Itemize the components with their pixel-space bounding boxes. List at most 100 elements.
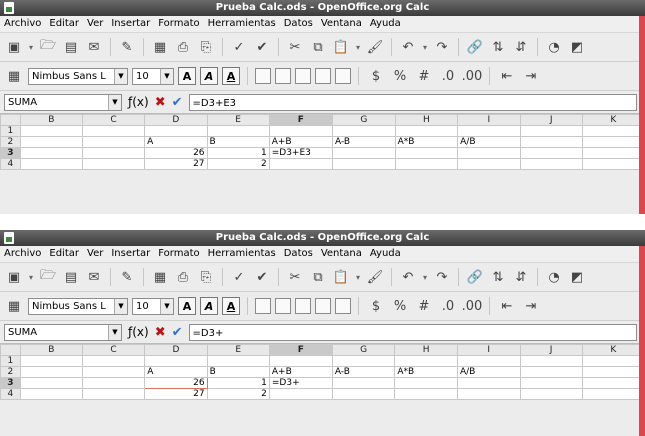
delete-decimal-icon[interactable]: .00: [462, 66, 483, 86]
active-cell[interactable]: =D3+E3: [268, 147, 334, 159]
paste-icon[interactable]: 📋: [331, 37, 351, 57]
cancel-icon[interactable]: ✖: [155, 325, 166, 340]
accept-icon[interactable]: ✔: [172, 325, 183, 340]
font-size-combo[interactable]: 10 ▼: [132, 297, 174, 315]
cell[interactable]: [268, 125, 334, 137]
cell[interactable]: [456, 355, 521, 367]
standard-number-icon[interactable]: #: [414, 296, 434, 316]
undo-icon[interactable]: ↶: [398, 267, 418, 287]
cell[interactable]: [581, 125, 645, 137]
menu-editar[interactable]: Editar: [49, 246, 79, 262]
row-header[interactable]: 4: [0, 388, 21, 400]
menu-ver[interactable]: Ver: [87, 246, 103, 262]
column-header[interactable]: I: [457, 114, 521, 126]
chevron-down-icon[interactable]: ▾: [354, 37, 362, 57]
column-header[interactable]: D: [144, 114, 208, 126]
cell[interactable]: [268, 355, 333, 367]
bold-button[interactable]: A: [178, 297, 196, 315]
cell[interactable]: A+B: [268, 366, 333, 378]
chevron-down-icon[interactable]: ▾: [27, 37, 35, 57]
add-decimal-icon[interactable]: .0: [438, 66, 458, 86]
italic-button[interactable]: A: [200, 67, 218, 85]
column-header[interactable]: C: [81, 114, 146, 126]
standard-number-icon[interactable]: #: [414, 66, 434, 86]
column-header-active[interactable]: F: [268, 344, 333, 356]
sort-ascending-icon[interactable]: ⇅: [488, 37, 508, 57]
cell[interactable]: [456, 377, 521, 389]
menu-insertar[interactable]: Insertar: [111, 246, 150, 262]
cell[interactable]: 2: [206, 158, 270, 170]
align-right-icon[interactable]: [295, 68, 311, 84]
email-icon[interactable]: ✉: [84, 37, 104, 57]
cell[interactable]: [81, 125, 146, 137]
print-preview-icon[interactable]: ⎘: [196, 37, 216, 57]
cell[interactable]: A: [144, 136, 208, 148]
format-paintbrush-icon[interactable]: 🖌: [365, 267, 385, 287]
draw-functions-icon[interactable]: ◩: [567, 37, 587, 57]
cell[interactable]: [81, 147, 146, 159]
column-header[interactable]: E: [206, 114, 270, 126]
menu-formato[interactable]: Formato: [158, 16, 199, 32]
cut-icon[interactable]: ✂: [285, 267, 305, 287]
new-document-icon[interactable]: ▣: [4, 267, 24, 287]
cell[interactable]: [581, 366, 645, 378]
column-header[interactable]: H: [394, 114, 459, 126]
export-pdf-icon[interactable]: ▦: [150, 267, 170, 287]
cell[interactable]: [456, 388, 521, 400]
email-icon[interactable]: ✉: [84, 267, 104, 287]
cell[interactable]: [331, 388, 396, 400]
cell[interactable]: [457, 147, 521, 159]
align-center-icon[interactable]: [275, 298, 291, 314]
accept-icon[interactable]: ✔: [172, 95, 183, 110]
menu-herramientas[interactable]: Herramientas: [208, 246, 276, 262]
autospellcheck-icon[interactable]: ✔: [252, 267, 272, 287]
cell[interactable]: [19, 158, 83, 170]
sort-descending-icon[interactable]: ⇵: [511, 267, 531, 287]
align-right-icon[interactable]: [295, 298, 311, 314]
corner-cell[interactable]: [0, 114, 21, 126]
chevron-down-icon[interactable]: ▾: [421, 37, 429, 57]
cell[interactable]: [19, 125, 83, 137]
cell[interactable]: [81, 158, 146, 170]
cell[interactable]: [81, 377, 146, 389]
print-preview-icon[interactable]: ⎘: [196, 267, 216, 287]
row-header[interactable]: 2: [0, 366, 21, 378]
column-header[interactable]: K: [581, 114, 645, 126]
row-header[interactable]: 2: [0, 136, 21, 148]
formula-input[interactable]: =D3+: [188, 323, 637, 341]
cell[interactable]: [394, 158, 459, 170]
cell[interactable]: [519, 366, 583, 378]
font-name-combo[interactable]: Nimbus Sans L ▼: [28, 67, 128, 85]
draw-functions-icon[interactable]: ◩: [567, 267, 587, 287]
corner-cell[interactable]: [0, 344, 21, 356]
cell[interactable]: [519, 125, 583, 137]
copy-icon[interactable]: ⧉: [308, 37, 328, 57]
cell[interactable]: [19, 147, 83, 159]
cell[interactable]: A*B: [394, 136, 459, 148]
spreadsheet-grid[interactable]: B C D E F G H I J K 1 2 A B A+B A-B A*B …: [0, 344, 645, 400]
cell[interactable]: [519, 147, 583, 159]
row-header-active[interactable]: 3: [0, 147, 21, 159]
edit-file-icon[interactable]: ✎: [117, 267, 137, 287]
hyperlink-icon[interactable]: 🔗: [465, 267, 485, 287]
align-justify-icon[interactable]: [315, 298, 331, 314]
add-decimal-icon[interactable]: .0: [438, 296, 458, 316]
column-header[interactable]: C: [81, 344, 146, 356]
chevron-down-icon[interactable]: ▼: [114, 68, 127, 84]
column-header[interactable]: G: [331, 344, 396, 356]
cell[interactable]: [206, 355, 270, 367]
chevron-down-icon[interactable]: ▼: [160, 298, 173, 314]
cell[interactable]: [519, 136, 583, 148]
active-cell[interactable]: =D3+: [268, 377, 333, 389]
menu-formato[interactable]: Formato: [158, 246, 199, 262]
cell[interactable]: [394, 388, 458, 400]
cell[interactable]: [332, 158, 396, 170]
decrease-indent-icon[interactable]: ⇤: [497, 296, 517, 316]
column-header[interactable]: B: [19, 114, 83, 126]
column-header[interactable]: I: [456, 344, 521, 356]
menu-herramientas[interactable]: Herramientas: [208, 16, 276, 32]
export-pdf-icon[interactable]: ▦: [150, 37, 170, 57]
menu-ver[interactable]: Ver: [87, 16, 103, 32]
cell[interactable]: [81, 366, 146, 378]
underline-button[interactable]: A: [222, 67, 240, 85]
